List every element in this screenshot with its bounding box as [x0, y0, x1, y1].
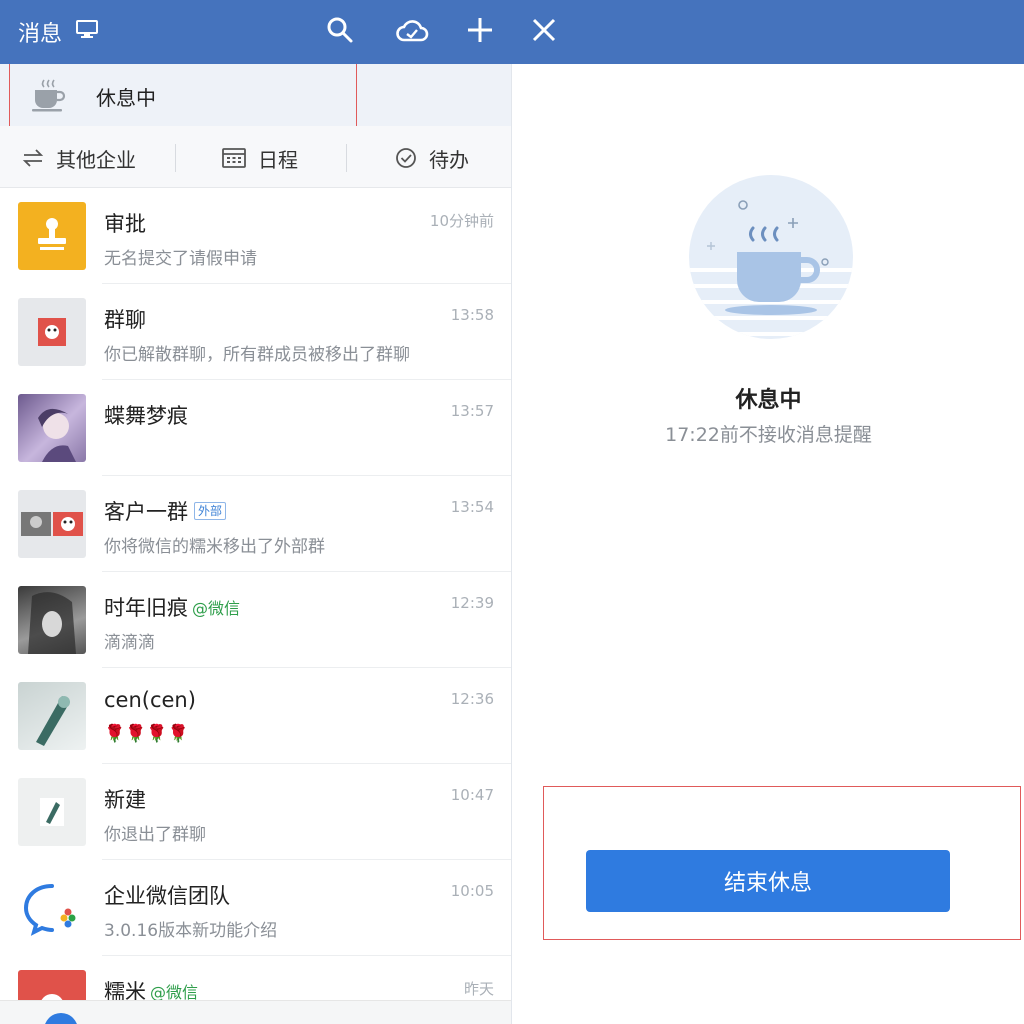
quick-label: 其他企业 [56, 147, 136, 172]
conversation-preview: 你退出了群聊 [104, 825, 206, 845]
conversation-time: 昨天 [463, 980, 494, 998]
conversation-time: 13:57 [450, 402, 494, 420]
divider [346, 144, 347, 172]
switch-icon [22, 149, 44, 167]
check-circle-icon [396, 148, 416, 168]
group-avatar [18, 778, 86, 846]
conversation-row[interactable]: 新建 你退出了群聊 10:47 [0, 764, 511, 860]
conversation-row[interactable]: 客户一群 外部 你将微信的糯米移出了外部群 13:54 [0, 476, 511, 572]
conversation-name: 客户一群 [104, 500, 188, 524]
conversation-name: 企业微信团队 [104, 884, 230, 908]
conversation-name: 审批 [104, 212, 146, 236]
conversation-name: 新建 [104, 788, 146, 812]
conversation-name: 群聊 [104, 308, 146, 332]
conversation-time: 12:39 [450, 594, 494, 612]
group-avatar [18, 298, 86, 366]
conversation-preview: 你已解散群聊，所有群成员被移出了群聊 [104, 345, 410, 365]
conversation-time: 10分钟前 [429, 212, 494, 230]
conversation-time: 10:47 [450, 786, 494, 804]
page-title: 消息 [18, 22, 63, 47]
conversation-row[interactable]: cen(cen) 🌹🌹🌹🌹 12:36 [0, 668, 511, 764]
conversation-time: 13:54 [450, 498, 494, 516]
conversation-name: cen(cen) [104, 688, 196, 712]
status-label: 休息中 [96, 86, 156, 110]
cloud-icon[interactable] [394, 12, 430, 48]
monitor-icon[interactable] [76, 20, 98, 38]
user-avatar [18, 394, 86, 462]
wechat-tag: @微信 [192, 599, 241, 618]
top-bar: 消息 [0, 0, 1024, 64]
conversation-time: 13:58 [450, 306, 494, 324]
plus-icon[interactable] [462, 12, 498, 48]
conversation-name: 蝶舞梦痕 [104, 404, 188, 428]
nav-messages-icon[interactable] [44, 1013, 78, 1024]
bottom-nav [0, 1000, 511, 1024]
conversation-preview: 滴滴滴 [104, 633, 155, 653]
conversation-row[interactable]: 企业微信团队 3.0.16版本新功能介绍 10:05 [0, 860, 511, 956]
quick-todo[interactable]: 待办 [395, 144, 469, 172]
close-icon[interactable] [526, 12, 562, 48]
user-avatar [18, 682, 86, 750]
rest-subtitle: 17:22前不接收消息提醒 [665, 424, 872, 446]
stamp-icon [38, 218, 66, 250]
conversation-row[interactable]: 时年旧痕 @微信 滴滴滴 12:39 [0, 572, 511, 668]
conversation-preview: 3.0.16版本新功能介绍 [104, 921, 278, 941]
conversation-preview: 你将微信的糯米移出了外部群 [104, 537, 325, 557]
wecom-logo-icon [18, 874, 86, 942]
rest-panel: 休息中 17:22前不接收消息提醒 结束休息 [513, 64, 1024, 1024]
quick-actions: 其他企业 日程 待办 [0, 126, 511, 188]
conversation-time: 10:05 [450, 882, 494, 900]
rest-illustration-icon [689, 175, 853, 339]
status-row[interactable]: 休息中 [0, 64, 511, 126]
end-rest-button[interactable]: 结束休息 [586, 850, 950, 912]
conversation-preview: 无名提交了请假申请 [104, 249, 257, 269]
group-avatar [18, 490, 86, 558]
conversation-row[interactable]: 审批 无名提交了请假申请 10分钟前 [0, 188, 511, 284]
user-avatar [18, 586, 86, 654]
conversation-preview: 🌹🌹🌹🌹 [104, 724, 189, 744]
quick-label: 日程 [258, 147, 298, 172]
calendar-icon [222, 148, 246, 168]
quick-label: 待办 [429, 147, 469, 172]
approval-avatar [18, 202, 86, 270]
conversation-name: 时年旧痕 [104, 596, 188, 620]
quick-schedule[interactable]: 日程 [222, 144, 298, 172]
conversation-panel: 休息中 其他企业 日程 待办 审批 无名提交了请假申请 10分钟前 群聊 你已解… [0, 64, 512, 1024]
coffee-cup-icon [32, 79, 66, 112]
conversation-row[interactable]: 群聊 你已解散群聊，所有群成员被移出了群聊 13:58 [0, 284, 511, 380]
external-tag: 外部 [194, 502, 227, 520]
search-icon[interactable] [322, 12, 358, 48]
quick-other-company[interactable]: 其他企业 [22, 144, 136, 172]
conversation-row[interactable]: 蝶舞梦痕 13:57 [0, 380, 511, 476]
divider [175, 144, 176, 172]
conversation-time: 12:36 [450, 690, 494, 708]
rest-title: 休息中 [735, 388, 802, 413]
